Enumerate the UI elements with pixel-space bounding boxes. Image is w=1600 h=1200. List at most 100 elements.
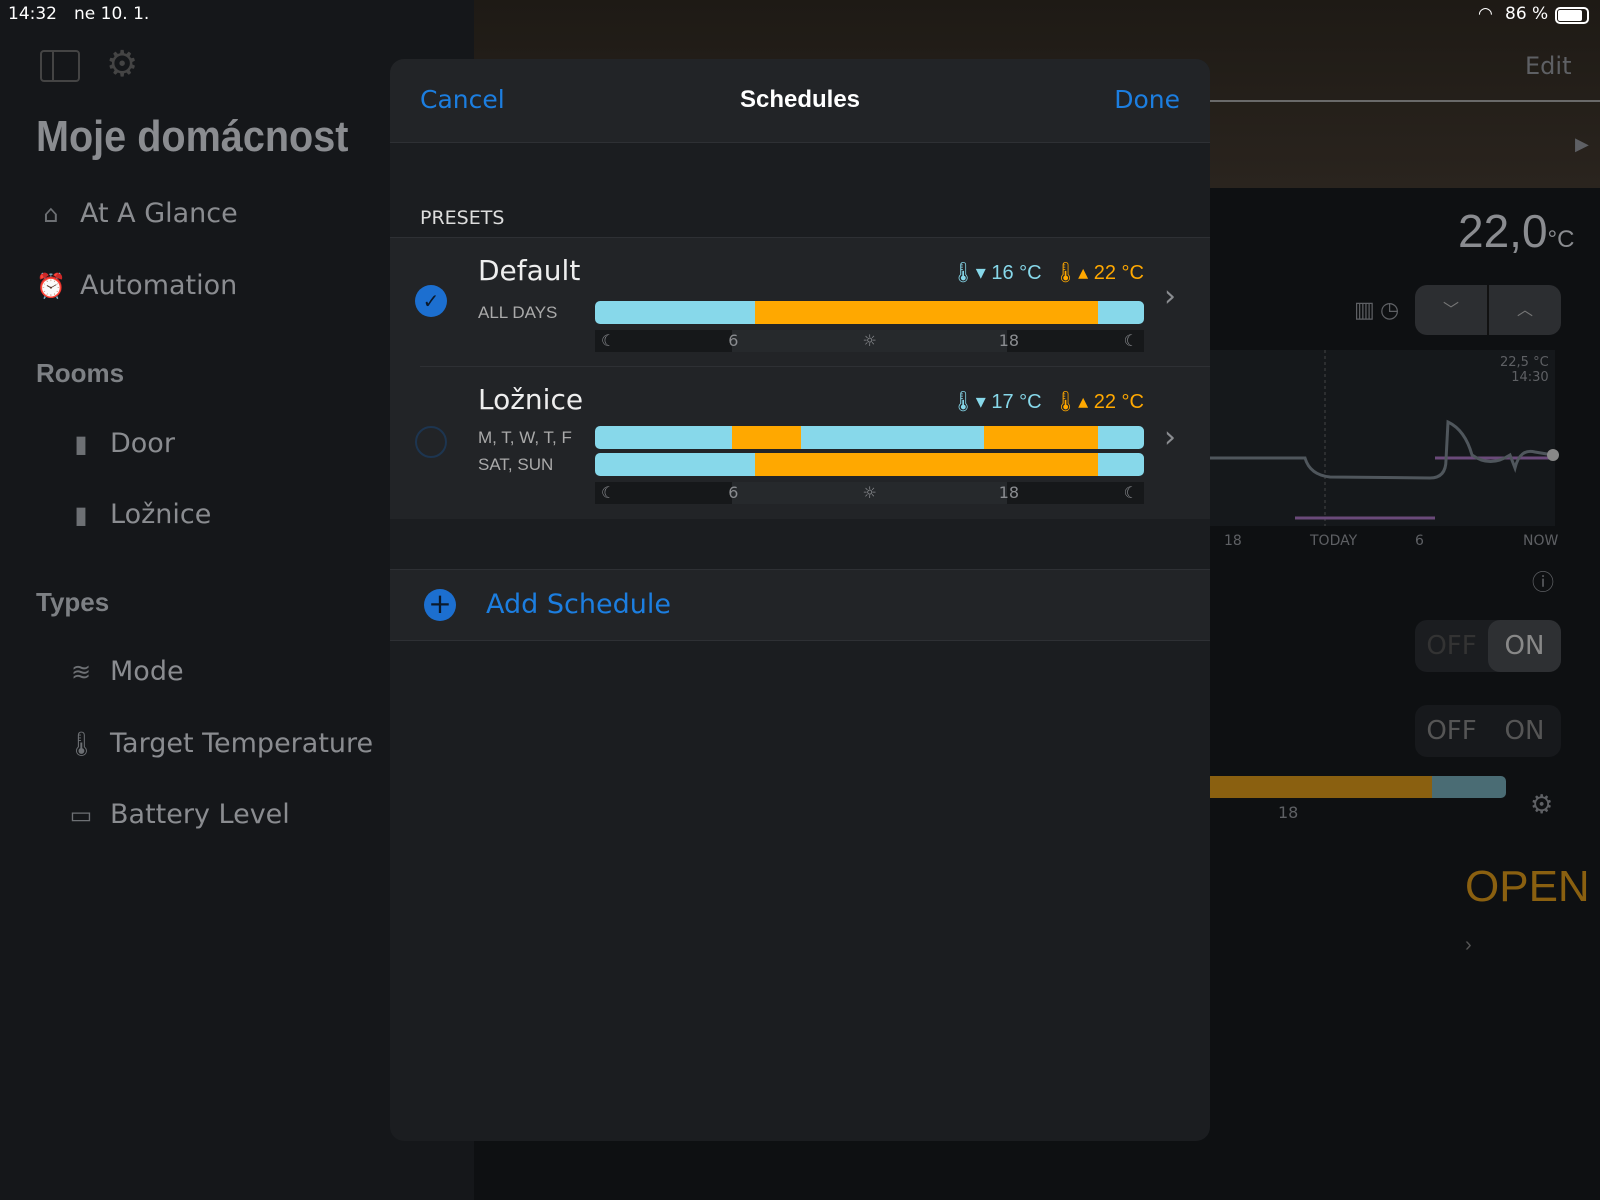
- info-icon[interactable]: ⓘ: [1532, 565, 1554, 597]
- schedule-days: ALL DAYS: [478, 303, 558, 322]
- moon-icon: ☾: [1123, 331, 1138, 350]
- battery-icon: ▭: [69, 800, 93, 829]
- done-button[interactable]: Done: [1114, 85, 1180, 114]
- edit-button[interactable]: Edit: [1525, 52, 1571, 80]
- sidebar-item-label: Automation: [80, 270, 238, 301]
- preset-temperatures: 🌡▾ 16 °C 🌡▴ 22 °C: [950, 260, 1144, 285]
- timeline: ☾ 6 ☼ 18 ☾: [595, 330, 1144, 352]
- chevron-right-icon[interactable]: ▶: [1575, 134, 1589, 155]
- warm-period: [755, 453, 1099, 476]
- warm-period: [755, 301, 1099, 324]
- timeline: ☾ 6 ☼ 18 ☾: [595, 482, 1144, 504]
- home-title: Moje domácnost: [36, 112, 349, 161]
- sidebar-item-automation[interactable]: ⏰ Automation: [36, 270, 237, 301]
- thermometer-icon: 🌡: [66, 729, 97, 758]
- temperature-value: 22,0: [1458, 205, 1548, 257]
- sidebar-item-label: At A Glance: [80, 198, 238, 229]
- schedule-bar[interactable]: [595, 301, 1144, 324]
- modal-title: Schedules: [739, 86, 861, 113]
- sidebar-item-door[interactable]: ▮ Door: [66, 428, 175, 459]
- toggle-off[interactable]: OFF: [1415, 705, 1488, 757]
- unselected-radio[interactable]: [415, 426, 447, 458]
- moon-icon: ☾: [601, 331, 616, 350]
- schedule-days: SAT, SUN: [478, 455, 554, 474]
- rooms-header: Rooms: [36, 358, 125, 388]
- toggle-on[interactable]: ON: [1488, 620, 1561, 672]
- preset-temperatures: 🌡▾ 17 °C 🌡▴ 22 °C: [950, 389, 1144, 414]
- axis-label: TODAY: [1310, 533, 1358, 549]
- add-schedule-button[interactable]: + Add Schedule: [390, 569, 1210, 641]
- sidebar-item-at-a-glance[interactable]: ⌂ At A Glance: [36, 198, 238, 229]
- preset-name: Ložnice: [478, 383, 584, 416]
- sun-icon: ☼: [862, 483, 877, 502]
- sidebar-item-mode[interactable]: ≋ Mode: [66, 656, 184, 687]
- battery-icon: [1555, 7, 1589, 24]
- open-button[interactable]: OPEN ›: [1465, 862, 1600, 962]
- sidebar-item-loznice[interactable]: ▮ Ložnice: [66, 499, 211, 530]
- radiator-icon: ▥: [1354, 298, 1375, 323]
- increase-button[interactable]: ︿: [1489, 285, 1561, 335]
- temperature-stepper[interactable]: ﹀ ︿: [1415, 285, 1561, 335]
- status-time: 14:32: [8, 4, 57, 24]
- toggle-off[interactable]: OFF: [1415, 620, 1488, 672]
- sidebar-item-battery-level[interactable]: ▭ Battery Level: [66, 799, 290, 830]
- wifi-icon: ◠: [1478, 4, 1493, 24]
- high-temp-icon: 🌡▴: [1052, 262, 1089, 284]
- decrease-button[interactable]: ﹀: [1415, 285, 1489, 335]
- automation-icon: ⏰: [36, 271, 66, 300]
- toggle-switch[interactable]: OFF ON: [1415, 620, 1561, 672]
- modal-header: Cancel Schedules Done: [390, 59, 1210, 143]
- add-icon: +: [424, 589, 456, 621]
- selected-check-icon[interactable]: ✓: [415, 285, 447, 317]
- warm-period: [732, 426, 801, 449]
- sun-icon: ☼: [862, 331, 877, 350]
- sidebar-item-label: Target Temperature: [110, 728, 374, 759]
- schedule-bar: [1210, 776, 1506, 798]
- low-temp-icon: 🌡▾: [950, 391, 986, 413]
- moon-icon: ☾: [1123, 483, 1138, 502]
- toggle-switch[interactable]: OFF ON: [1415, 705, 1561, 757]
- status-date: ne 10. 1.: [74, 4, 150, 24]
- preset-row[interactable]: ✓ Default 🌡▾ 16 °C 🌡▴ 22 °C ALL DAYS ☾ 6 ☼ …: [390, 238, 1210, 367]
- sidebar-toggle-icon[interactable]: [40, 50, 80, 82]
- schedule-days: M, T, W, T, F: [478, 428, 572, 447]
- chevron-right-icon[interactable]: ›: [1164, 279, 1176, 314]
- high-temperature: 22 °C: [1093, 391, 1144, 413]
- timeline-label: 18: [1278, 803, 1299, 822]
- sidebar-item-label: Battery Level: [110, 799, 290, 830]
- door-icon: ▮: [74, 500, 88, 529]
- preset-row[interactable]: Ložnice 🌡▾ 17 °C 🌡▴ 22 °C M, T, W, T, F SAT…: [390, 367, 1210, 519]
- schedule-bar[interactable]: [595, 453, 1144, 476]
- chevron-right-icon[interactable]: ›: [1164, 420, 1176, 455]
- schedule-clock-icon: ◷: [1380, 298, 1400, 323]
- sidebar-item-label: Mode: [110, 656, 184, 687]
- settings-icon[interactable]: ⚙: [106, 44, 138, 85]
- axis-label: 18: [1224, 533, 1242, 549]
- add-schedule-label: Add Schedule: [486, 589, 671, 620]
- moon-icon: ☾: [601, 483, 616, 502]
- high-temp-icon: 🌡▴: [1052, 391, 1089, 413]
- axis-label: 6: [1415, 533, 1424, 549]
- heat-icon: ≋: [70, 657, 92, 686]
- low-temperature: 16 °C: [991, 262, 1042, 284]
- gear-icon[interactable]: ⚙: [1530, 790, 1553, 820]
- chart-time: 14:30: [1511, 370, 1549, 385]
- home-icon: ⌂: [43, 199, 59, 228]
- warm-period: [983, 426, 1099, 449]
- schedules-modal: Cancel Schedules Done PRESETS ✓ Default 🌡▾…: [390, 59, 1210, 1141]
- timeline-label: 18: [998, 483, 1020, 502]
- timeline-label: 18: [998, 331, 1020, 350]
- low-temp-icon: 🌡▾: [950, 262, 986, 284]
- preset-name: Default: [478, 254, 581, 287]
- open-label: OPEN: [1465, 862, 1590, 911]
- schedule-bar[interactable]: [595, 426, 1144, 449]
- divider: [1210, 100, 1600, 102]
- types-header: Types: [36, 587, 110, 617]
- timeline-label: 6: [728, 331, 739, 350]
- sidebar-item-label: Door: [110, 428, 175, 459]
- chart-tooltip: 22,5 °C 14:30: [1500, 355, 1549, 385]
- sidebar-item-target-temperature[interactable]: 🌡 Target Temperature: [66, 728, 373, 759]
- axis-label: NOW: [1523, 533, 1559, 549]
- door-icon: ▮: [74, 429, 88, 458]
- toggle-on[interactable]: ON: [1488, 705, 1561, 757]
